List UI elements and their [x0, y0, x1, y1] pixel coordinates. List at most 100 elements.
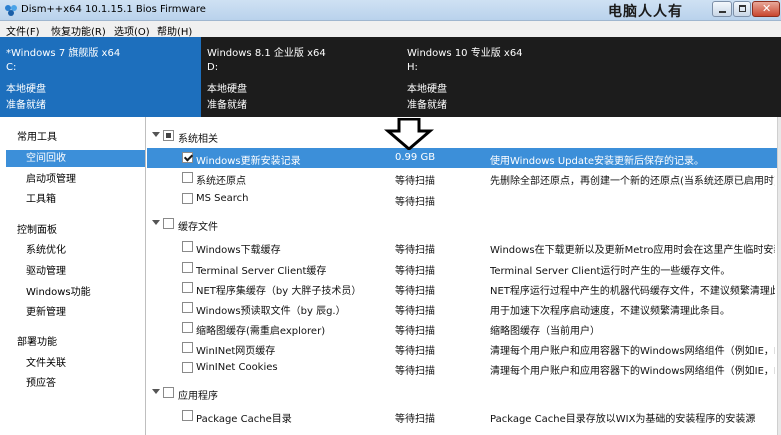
item-checkbox[interactable] [182, 262, 193, 273]
image-status: 准备就绪 [6, 100, 46, 111]
item-name: 缩略图缓存(需重启explorer) [196, 326, 326, 337]
cleanup-item-row[interactable]: NET程序集缓存（by 大胖子技术员） 等待扫描 NET程序运行过程中产生的机器… [147, 278, 777, 298]
item-description: 用于加速下次程序启动速度，不建议频繁清理此条目。 [490, 306, 730, 317]
image-tile-win7[interactable]: *Windows 7 旗舰版 x64 C: 本地硬盘 准备就绪 [0, 37, 201, 117]
minimize-icon [719, 11, 726, 13]
collapse-arrow-icon[interactable] [152, 220, 160, 225]
item-checkbox[interactable] [182, 410, 193, 421]
item-checkbox[interactable] [182, 152, 193, 163]
item-checkbox[interactable] [182, 193, 193, 204]
cleanup-item-row[interactable]: Windows下载缓存 等待扫描 Windows在下载更新以及更新Metro应用… [147, 237, 777, 257]
item-checkbox[interactable] [182, 282, 193, 293]
sidebar-item-toolbox[interactable]: 工具箱 [6, 191, 145, 208]
image-type: 本地硬盘 [207, 84, 247, 95]
cleanup-item-row[interactable]: 缩略图缓存(需重启explorer) 等待扫描 缩略图缓存（当前用户） [147, 318, 777, 338]
vertical-scrollbar[interactable] [777, 117, 781, 435]
cleanup-item-row[interactable]: Terminal Server Client缓存 等待扫描 Terminal S… [147, 258, 777, 278]
item-size: 等待扫描 [395, 197, 435, 208]
image-tile-win10[interactable]: Windows 10 专业版 x64 H: 本地硬盘 准备就绪 [401, 37, 781, 117]
sidebar-item-space-cleanup[interactable]: 空间回收 [6, 150, 145, 167]
item-size: 等待扫描 [395, 176, 435, 187]
dism-app-icon [5, 5, 17, 16]
image-drive: H: [407, 62, 418, 73]
close-icon: ✕ [762, 2, 772, 15]
category-checkbox[interactable] [163, 218, 174, 229]
image-type: 本地硬盘 [6, 84, 46, 95]
menu-options[interactable]: 选项(O) [114, 23, 150, 38]
item-name: Package Cache目录 [196, 414, 292, 425]
item-checkbox[interactable] [182, 302, 193, 313]
maximize-button[interactable] [733, 1, 751, 17]
item-name: Windows下载缓存 [196, 245, 281, 256]
cleanup-item-row[interactable]: WinINet网页缓存 等待扫描 清理每个用户账户和应用容器下的Windows网… [147, 338, 777, 358]
sidebar-item-system-optimize[interactable]: 系统优化 [6, 242, 145, 259]
cleanup-item-row[interactable]: Package Cache目录 等待扫描 Package Cache目录存放以W… [147, 406, 777, 426]
app-window: Dism++x64 10.1.15.1 Bios Firmware 电脑人人有 … [0, 0, 781, 435]
image-status: 准备就绪 [207, 100, 247, 111]
menu-file[interactable]: 文件(F) [6, 23, 40, 38]
sidebar-item-windows-features[interactable]: Windows功能 [6, 284, 145, 301]
item-name: WinINet Cookies [196, 362, 278, 373]
item-checkbox[interactable] [182, 322, 193, 333]
item-description: 缩略图缓存（当前用户） [490, 326, 600, 337]
item-description: NET程序运行过程中产生的机器代码缓存文件，不建议频繁清理此缓 [490, 286, 775, 297]
category-row-cache[interactable]: 缓存文件 [147, 214, 777, 234]
cleanup-item-row[interactable]: Windows预读取文件（by 辰g.） 等待扫描 用于加速下次程序启动速度，不… [147, 298, 777, 318]
sidebar-group-deployment: 部署功能 [17, 337, 57, 348]
menu-bar: 文件(F) 恢复功能(R) 选项(O) 帮助(H) [0, 21, 781, 38]
image-name: Windows 8.1 企业版 x64 [207, 48, 326, 59]
category-checkbox[interactable] [163, 387, 174, 398]
item-name: Windows更新安装记录 [196, 156, 301, 167]
image-name: *Windows 7 旗舰版 x64 [6, 48, 121, 59]
menu-help[interactable]: 帮助(H) [157, 23, 192, 38]
item-name: WinINet网页缓存 [196, 346, 276, 357]
collapse-arrow-icon[interactable] [152, 132, 160, 137]
image-status: 准备就绪 [407, 100, 447, 111]
cleanup-item-row[interactable]: Windows更新安装记录 0.99 GB 使用Windows Update安装… [147, 148, 777, 168]
category-label: 应用程序 [178, 391, 218, 402]
item-description: 清理每个用户账户和应用容器下的Windows网络组件（例如IE，Ed [490, 366, 775, 377]
category-row-system[interactable]: 系统相关 [147, 126, 777, 146]
sidebar-item-update-manager[interactable]: 更新管理 [6, 304, 145, 321]
category-row-applications[interactable]: 应用程序 [147, 383, 777, 403]
item-size: 0.99 GB [395, 152, 436, 163]
item-size: 等待扫描 [395, 245, 435, 256]
item-checkbox[interactable] [182, 362, 193, 373]
window-title: Dism++x64 10.1.15.1 Bios Firmware [21, 4, 206, 15]
item-description: 先删除全部还原点，再创建一个新的还原点(当系统还原已启用时) [490, 176, 775, 187]
item-description: 清理每个用户账户和应用容器下的Windows网络组件（例如IE，Ed [490, 346, 775, 357]
down-arrow-annotation-icon [384, 118, 434, 150]
watermark: 电脑人人有 [608, 4, 683, 20]
item-checkbox[interactable] [182, 172, 193, 183]
item-checkbox[interactable] [182, 241, 193, 252]
image-type: 本地硬盘 [407, 84, 447, 95]
item-description: Windows在下载更新以及更新Metro应用时会在这里产生临时安装 [490, 245, 775, 256]
cleanup-item-row[interactable]: MS Search 等待扫描 [147, 189, 777, 209]
category-label: 系统相关 [178, 134, 218, 145]
item-name: 系统还原点 [196, 176, 246, 187]
cleanup-item-row[interactable]: 系统还原点 等待扫描 先删除全部还原点，再创建一个新的还原点(当系统还原已启用时… [147, 168, 777, 188]
collapse-arrow-icon[interactable] [152, 389, 160, 394]
menu-restore[interactable]: 恢复功能(R) [51, 23, 106, 38]
item-name: NET程序集缓存（by 大胖子技术员） [196, 286, 362, 297]
sidebar-item-driver-manager[interactable]: 驱动管理 [6, 263, 145, 280]
item-size: 等待扫描 [395, 306, 435, 317]
item-checkbox[interactable] [182, 342, 193, 353]
sidebar: 常用工具 空间回收 启动项管理 工具箱 控制面板 系统优化 驱动管理 Windo… [0, 117, 146, 435]
item-name: MS Search [196, 193, 249, 204]
title-bar: Dism++x64 10.1.15.1 Bios Firmware 电脑人人有 … [0, 0, 781, 21]
item-description: Package Cache目录存放以WIX为基础的安装程序的安装源 [490, 414, 756, 425]
item-size: 等待扫描 [395, 346, 435, 357]
sidebar-item-file-association[interactable]: 文件关联 [6, 355, 145, 372]
category-checkbox[interactable] [163, 130, 174, 141]
image-drive: C: [6, 62, 17, 73]
item-name: Terminal Server Client缓存 [196, 266, 327, 277]
sidebar-item-startup-manager[interactable]: 启动项管理 [6, 171, 145, 188]
sidebar-item-answer-file[interactable]: 预应答 [6, 375, 145, 392]
image-selector: *Windows 7 旗舰版 x64 C: 本地硬盘 准备就绪 Windows … [0, 37, 781, 117]
sidebar-group-common-tools: 常用工具 [17, 132, 57, 143]
minimize-button[interactable] [712, 1, 732, 17]
close-button[interactable]: ✕ [752, 1, 780, 17]
cleanup-item-row[interactable]: WinINet Cookies 等待扫描 清理每个用户账户和应用容器下的Wind… [147, 358, 777, 378]
image-tile-win81[interactable]: Windows 8.1 企业版 x64 D: 本地硬盘 准备就绪 [201, 37, 401, 117]
